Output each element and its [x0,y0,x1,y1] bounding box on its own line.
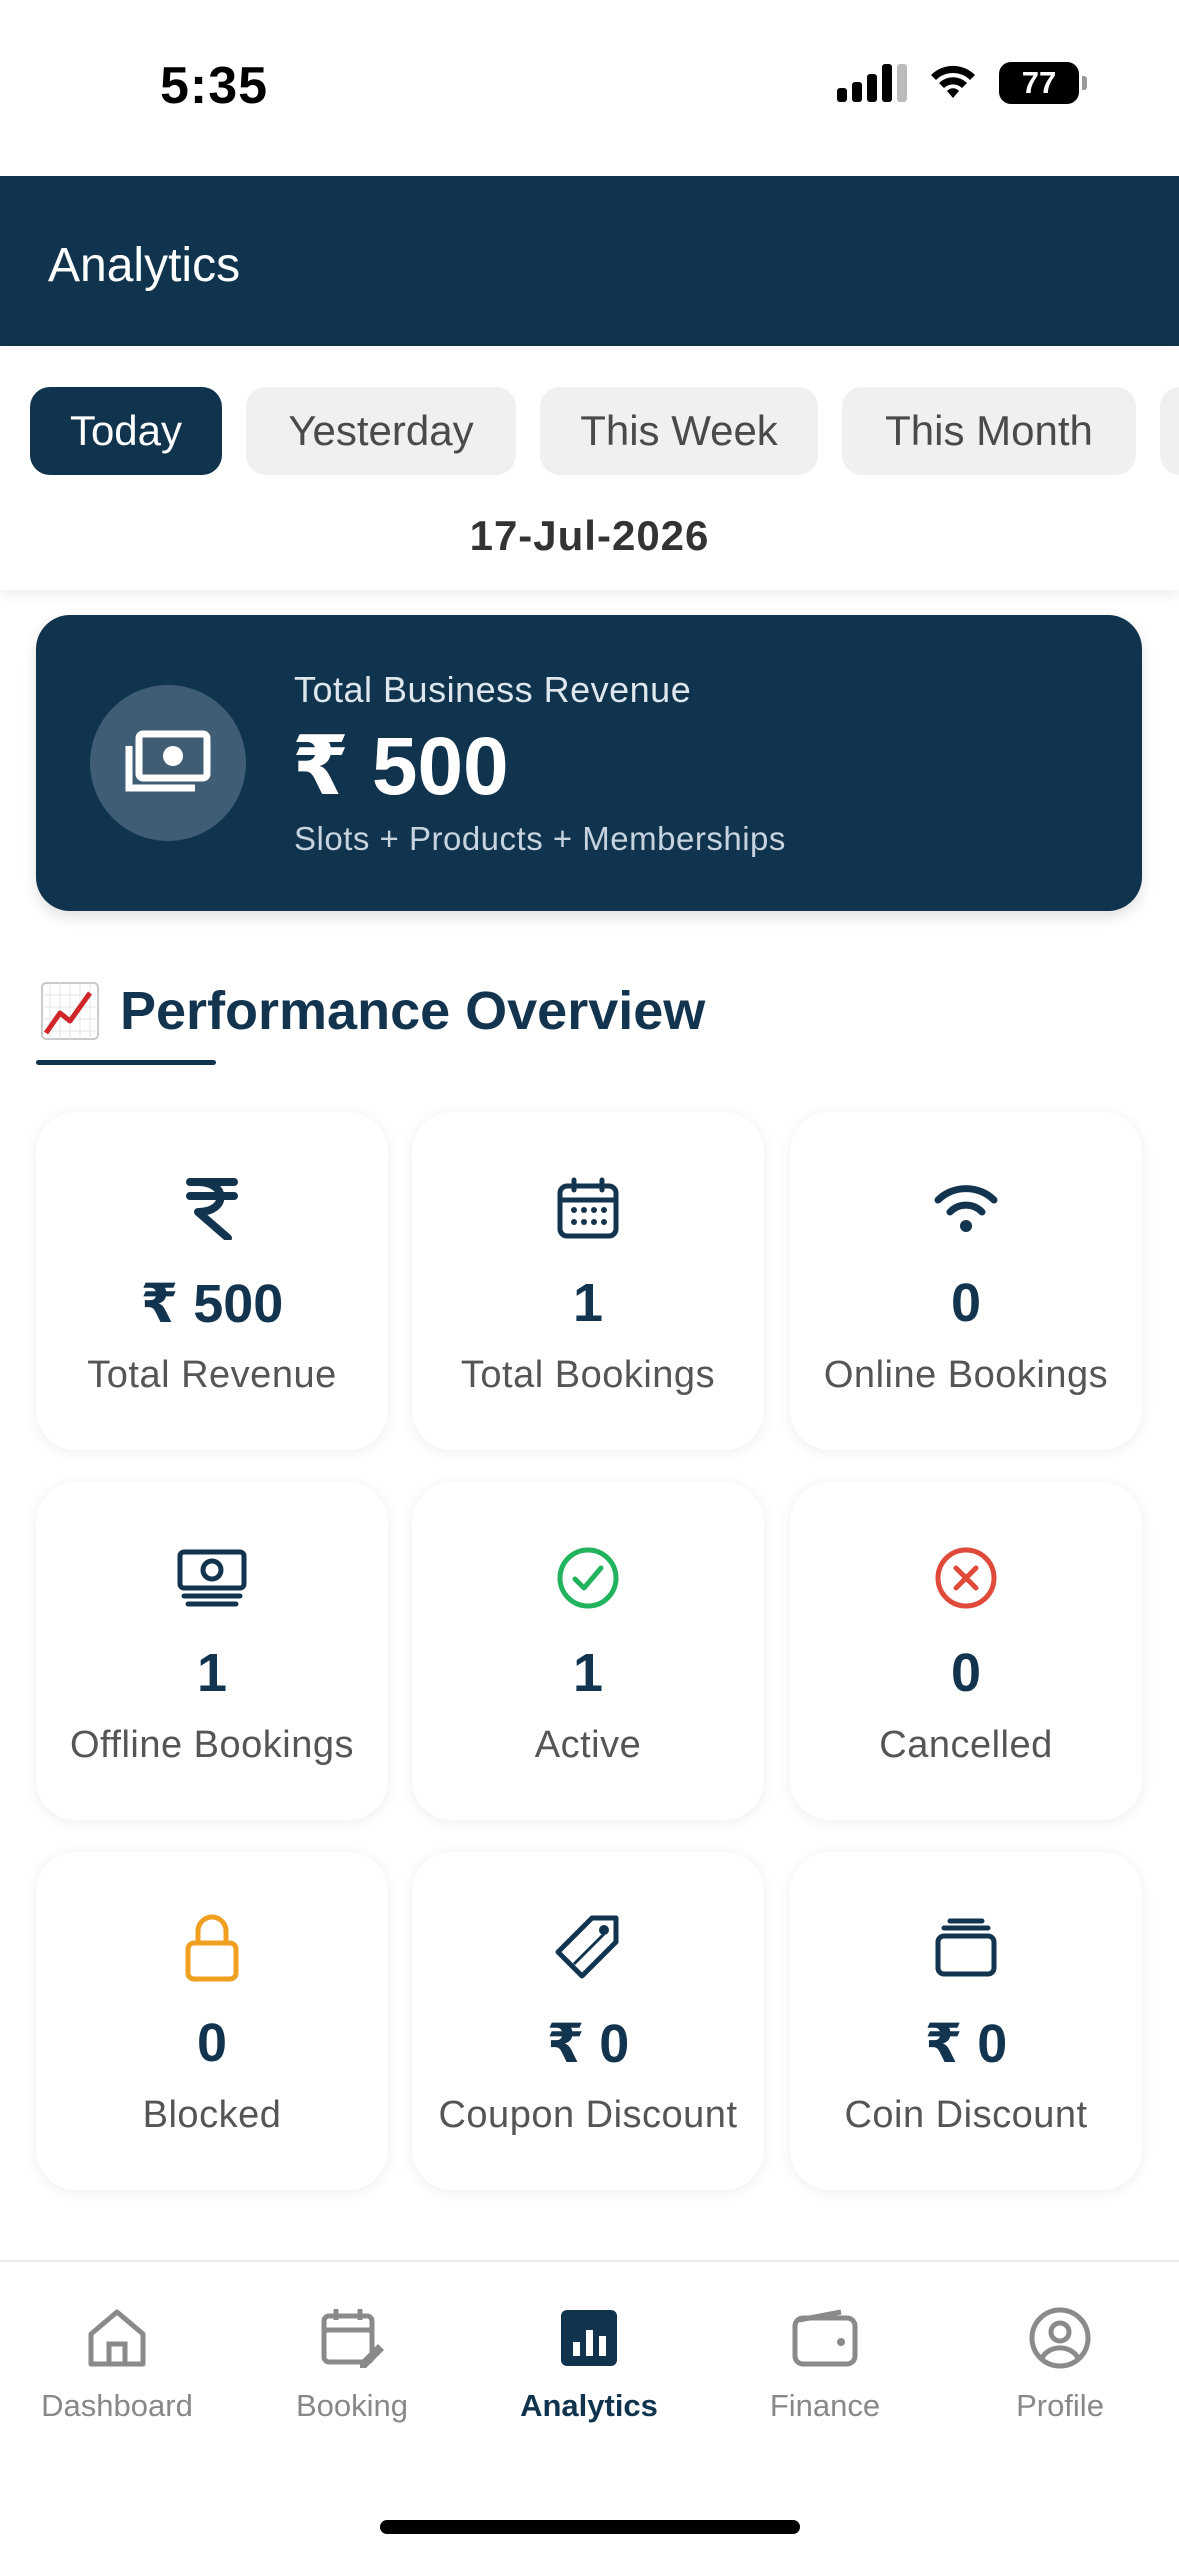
section-underline [36,1060,216,1065]
stat-value: 0 [196,2013,228,2073]
cash-icon [36,1540,388,1616]
stat-label: Total Bookings [460,1354,716,1396]
signal-icon [837,64,907,102]
stat-label: Blocked [142,2094,282,2136]
nav-label: Profile [1016,2388,1104,2423]
calendar-icon [412,1170,764,1246]
stat-label: Cancelled [879,1724,1053,1766]
stat-card-active[interactable]: 1 Active [412,1482,764,1820]
tab-yesterday[interactable]: Yesterday [246,387,516,475]
tab-this-week[interactable]: This Week [540,387,818,475]
money-icon [90,685,246,841]
wifi-status-icon [931,65,975,98]
nav-label: Finance [769,2388,881,2423]
revenue-card: Total Business Revenue ₹ 500 Slots + Pro… [36,615,1142,911]
app-header: Analytics [0,176,1179,346]
x-circle-icon [790,1540,1142,1616]
home-icon [17,2302,217,2374]
wallet-icon [790,1910,1142,1986]
stat-value: 0 [950,1273,982,1333]
rupee-icon [36,1170,388,1246]
section-title: Performance Overview [120,981,706,1041]
nav-analytics[interactable]: Analytics [489,2292,689,2432]
stat-value: ₹ 0 [924,2014,1008,2074]
stat-card-online-bookings[interactable]: 0 Online Bookings [790,1112,1142,1450]
status-time: 5:35 [160,57,269,115]
stat-card-total-revenue[interactable]: ₹ 500 Total Revenue [36,1112,388,1450]
stat-value: 0 [950,1643,982,1703]
tab-overflow[interactable] [1160,387,1179,475]
stat-card-coin-discount[interactable]: ₹ 0 Coin Discount [790,1852,1142,2190]
tab-today[interactable]: Today [30,387,222,475]
stat-label: Coin Discount [844,2094,1088,2136]
battery-indicator: 77 [999,62,1087,104]
analytics-icon [489,2302,689,2374]
stat-card-coupon-discount[interactable]: ₹ 0 Coupon Discount [412,1852,764,2190]
chart-increasing-icon [41,982,99,1040]
stat-label: Active [534,1724,642,1766]
status-bar: 5:35 77 [0,0,1179,176]
nav-dashboard[interactable]: Dashboard [17,2292,217,2432]
stat-card-total-bookings[interactable]: 1 Total Bookings [412,1112,764,1450]
nav-label: Booking [295,2388,409,2423]
user-circle-icon [960,2302,1160,2374]
stat-value: 1 [196,1643,228,1703]
stat-value: ₹ 500 [140,1274,284,1334]
wifi-icon [790,1170,1142,1246]
nav-label: Analytics [520,2388,658,2423]
tag-icon [412,1910,764,1986]
revenue-value: ₹ 500 [292,721,509,812]
stat-value: ₹ 0 [546,2014,630,2074]
lock-icon [36,1910,388,1986]
stat-label: Total Revenue [87,1354,337,1396]
home-indicator[interactable] [380,2520,800,2534]
stat-label: Online Bookings [823,1354,1109,1396]
page-title: Analytics [48,239,241,292]
stat-value: 1 [572,1273,604,1333]
stat-value: 1 [572,1643,604,1703]
selected-date: 17-Jul-2026 [469,512,710,559]
calendar-edit-icon [252,2302,452,2374]
nav-booking[interactable]: Booking [252,2292,452,2432]
revenue-subtitle: Slots + Products + Memberships [294,820,786,857]
nav-finance[interactable]: Finance [725,2292,925,2432]
section-header: Performance Overview [40,980,705,1042]
revenue-label: Total Business Revenue [294,669,692,710]
wallet-icon [725,2302,925,2374]
bottom-nav: Dashboard Booking Analytics Finance Prof… [0,2260,1179,2556]
nav-profile[interactable]: Profile [960,2292,1160,2432]
tab-this-month[interactable]: This Month [842,387,1136,475]
stat-card-blocked[interactable]: 0 Blocked [36,1852,388,2190]
stat-label: Coupon Discount [438,2094,738,2136]
check-circle-icon [412,1540,764,1616]
status-icons: 77 [837,62,1087,104]
stat-card-offline-bookings[interactable]: 1 Offline Bookings [36,1482,388,1820]
stat-label: Offline Bookings [69,1724,355,1766]
date-filter-bar: Today Yesterday This Week This Month 17-… [0,346,1179,590]
nav-label: Dashboard [41,2388,193,2423]
stat-card-cancelled[interactable]: 0 Cancelled [790,1482,1142,1820]
